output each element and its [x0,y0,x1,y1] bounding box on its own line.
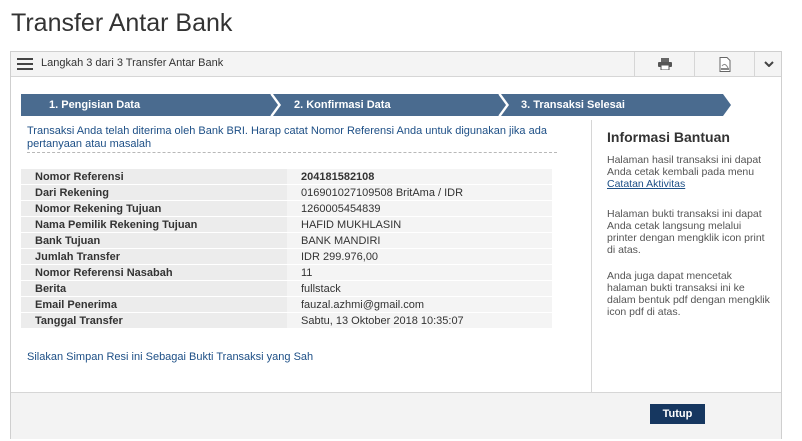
detail-value: 204181582108 [287,169,552,185]
transaction-details-table: Nomor Referensi 204181582108 Dari Rekening… [21,169,552,329]
detail-row: Bank Tujuan BANK MANDIRI [21,232,552,249]
detail-row: Nomor Referensi 204181582108 [21,169,552,185]
help-title: Informasi Bantuan [607,129,730,145]
detail-label: Nama Pemilik Rekening Tujuan [21,216,287,233]
transfer-panel: Langkah 3 dari 3 Transfer Antar Bank 1. … [10,51,782,439]
pdf-button[interactable] [694,52,755,76]
step-1: 1. Pengisian Data [49,99,141,111]
help-sidebar: Informasi Bantuan Halaman hasil transaks… [591,120,782,392]
step-indicator-text: Langkah 3 dari 3 Transfer Antar Bank [41,57,224,69]
hamburger-icon[interactable] [17,58,33,70]
detail-label: Bank Tujuan [21,232,287,249]
print-button[interactable] [634,52,695,76]
detail-value: fullstack [287,280,552,297]
transaction-content: Transaksi Anda telah diterima oleh Bank … [11,120,591,392]
activity-log-link[interactable]: Catatan Aktivitas [607,178,685,190]
detail-value: 1260005454839 [287,200,552,217]
detail-row: Nomor Referensi Nasabah 11 [21,264,552,281]
detail-label: Dari Rekening [21,184,287,201]
save-receipt-note: Silakan Simpan Resi ini Sebagai Bukti Tr… [27,351,314,363]
pdf-icon [719,56,731,72]
panel-footer: Tutup [11,392,781,439]
detail-label: Nomor Referensi [21,169,287,185]
detail-row: Email Penerima fauzal.azhmi@gmail.com [21,296,552,313]
help-paragraph-1: Halaman hasil transaksi ini dapat Anda c… [607,154,772,190]
detail-label: Email Penerima [21,296,287,313]
detail-value: IDR 299.976,00 [287,248,552,265]
close-button[interactable]: Tutup [650,404,705,424]
detail-value: fauzal.azhmi@gmail.com [287,296,552,313]
chevron-down-icon [763,61,774,67]
printer-icon [658,58,672,70]
detail-row: Dari Rekening 016901027109508 BritAma / I… [21,184,552,201]
detail-row: Berita fullstack [21,280,552,297]
detail-value: Sabtu, 13 Oktober 2018 10:35:07 [287,312,552,329]
detail-label: Nomor Rekening Tujuan [21,200,287,217]
step-2: 2. Konfirmasi Data [294,99,391,111]
detail-row: Nama Pemilik Rekening Tujuan HAFID MUKHLA… [21,216,552,233]
panel-header: Langkah 3 dari 3 Transfer Antar Bank [11,52,781,77]
step-3-active: 3. Transaksi Selesai [521,99,625,111]
detail-label: Berita [21,280,287,297]
detail-row: Tanggal Transfer Sabtu, 13 Oktober 2018 1… [21,312,552,329]
progress-stepper: 1. Pengisian Data 2. Konfirmasi Data 3. … [21,94,731,116]
detail-row: Jumlah Transfer IDR 299.976,00 [21,248,552,265]
help-paragraph-1-text: Halaman hasil transaksi ini dapat Anda c… [607,154,762,178]
help-paragraph-2: Halaman bukti transaksi ini dapat Anda c… [607,208,765,256]
page-title: Transfer Antar Bank [11,9,233,37]
detail-label: Jumlah Transfer [21,248,287,265]
detail-value: 016901027109508 BritAma / IDR [287,184,552,201]
detail-label: Nomor Referensi Nasabah [21,264,287,281]
detail-label: Tanggal Transfer [21,312,287,329]
detail-value: BANK MANDIRI [287,232,552,249]
detail-value: 11 [287,264,552,281]
detail-row: Nomor Rekening Tujuan 1260005454839 [21,200,552,217]
success-notice: Transaksi Anda telah diterima oleh Bank … [27,125,557,153]
options-dropdown-button[interactable] [754,52,782,76]
help-paragraph-3: Anda juga dapat mencetak halaman bukti t… [607,270,770,318]
detail-value: HAFID MUKHLASIN [287,216,552,233]
